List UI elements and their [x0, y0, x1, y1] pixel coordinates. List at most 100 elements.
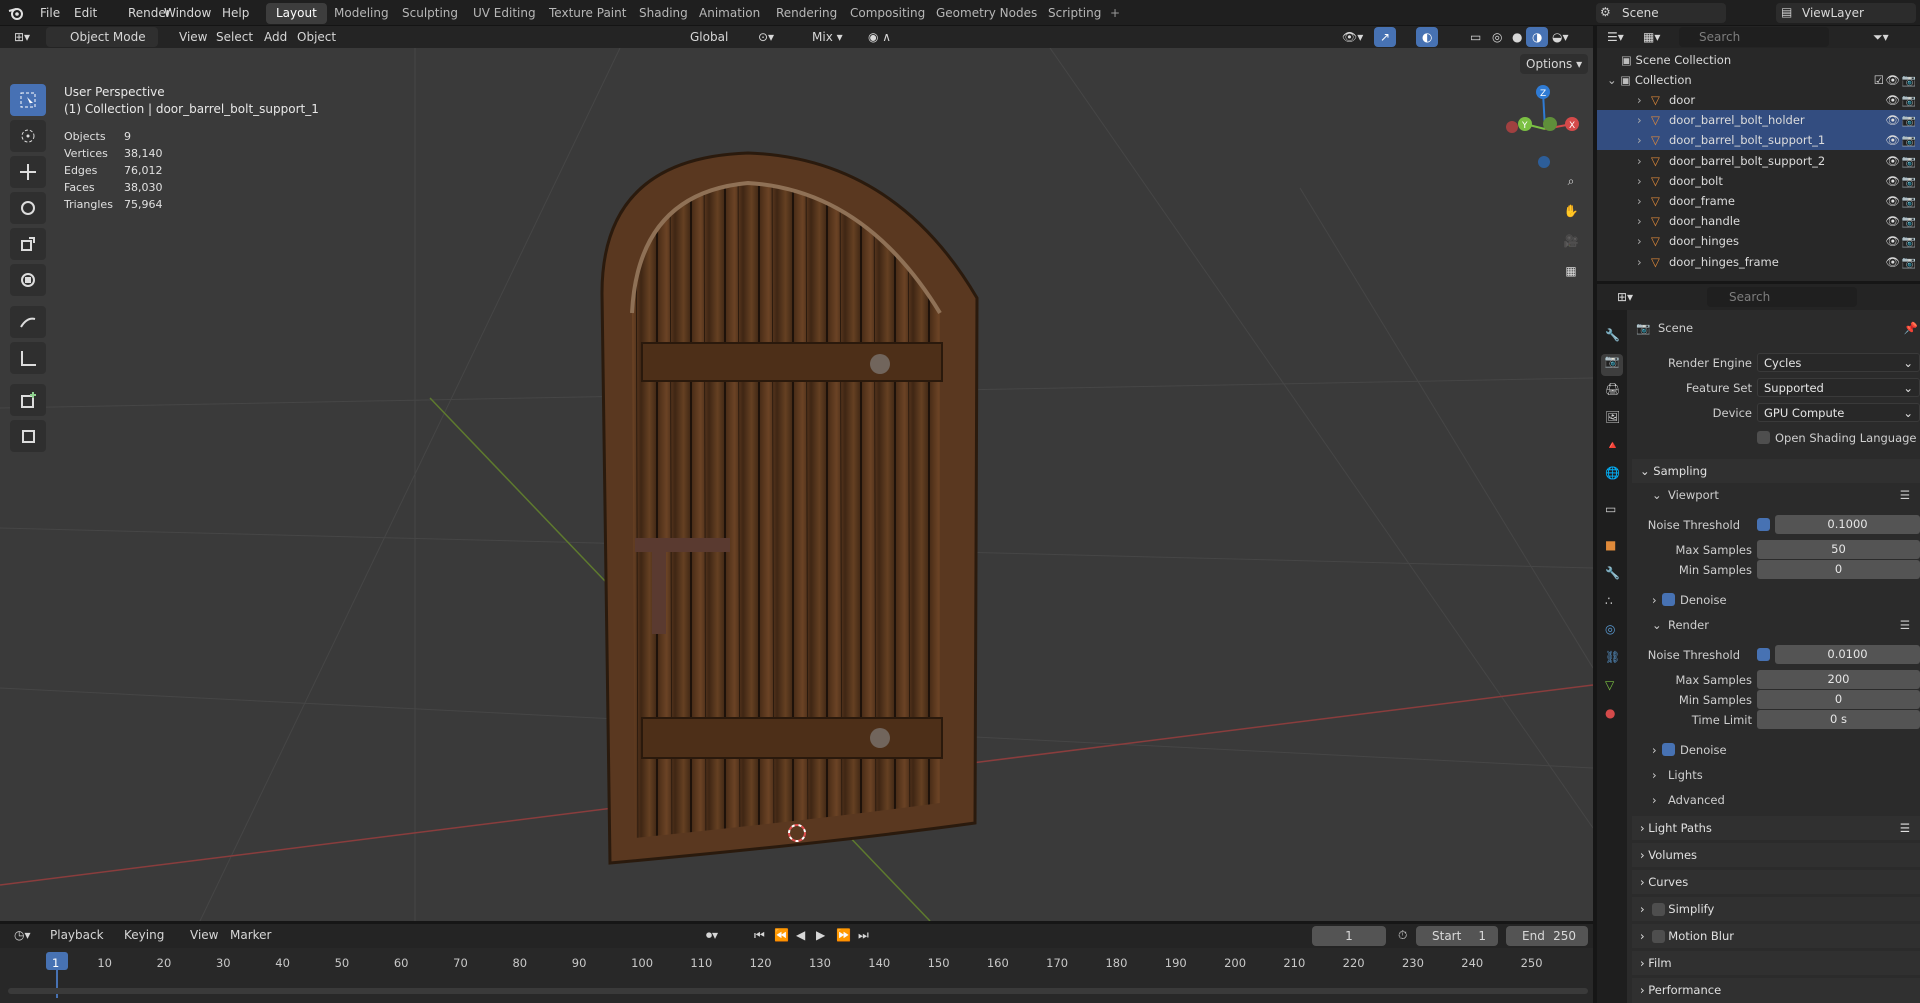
vp-min-samples-field[interactable]: 0: [1757, 560, 1920, 579]
eye-icon[interactable]: 👁: [1885, 191, 1900, 211]
outliner-item-door-barrel-bolt-holder[interactable]: › ▽ door_barrel_bolt_holder 👁 📷: [1597, 110, 1920, 131]
particles-tab-icon[interactable]: ∴: [1605, 594, 1613, 608]
jump-end-icon[interactable]: ⏭: [852, 925, 875, 945]
eye-icon[interactable]: 👁: [1885, 252, 1900, 272]
r-noise-threshold-checkbox[interactable]: [1757, 648, 1770, 661]
annotate-tool-icon[interactable]: [10, 306, 46, 338]
add-cube-tool-icon[interactable]: [10, 384, 46, 416]
3d-viewport[interactable]: User Perspective (1) Collection | door_b…: [0, 48, 1593, 921]
transform-tool-icon[interactable]: [10, 264, 46, 296]
play-reverse-icon[interactable]: ◀: [790, 925, 811, 945]
data-tab-icon[interactable]: ▽: [1605, 678, 1614, 692]
outliner-editor-icon[interactable]: ☰▾: [1601, 27, 1630, 47]
timeline-scrollbar[interactable]: [8, 988, 1588, 994]
eye-icon[interactable]: 👁: [1885, 211, 1900, 231]
osl-checkbox[interactable]: [1757, 431, 1770, 444]
menu-help[interactable]: Help: [216, 0, 255, 26]
render-engine-dropdown[interactable]: Cycles ⌄: [1757, 353, 1920, 372]
visibility-icon[interactable]: 👁▾: [1336, 27, 1369, 47]
tab-scripting[interactable]: Scripting: [1038, 3, 1111, 24]
light-paths-panel[interactable]: › Light Paths ☰: [1632, 816, 1920, 840]
camera-icon[interactable]: 📷: [1902, 110, 1916, 130]
move-tool-icon[interactable]: [10, 156, 46, 188]
expand-icon[interactable]: ›: [1637, 191, 1642, 211]
scene-selector[interactable]: Scene: [1596, 3, 1726, 23]
timeline-menu-keying[interactable]: Keying: [118, 925, 170, 945]
camera-icon[interactable]: 📷: [1902, 90, 1916, 110]
vp-denoise-row[interactable]: › Denoise: [1632, 590, 1920, 610]
lights-subpanel[interactable]: › Lights: [1632, 765, 1920, 785]
camera-icon[interactable]: 📷: [1902, 211, 1916, 231]
eye-icon[interactable]: 👁: [1885, 110, 1900, 130]
ortho-toggle-icon[interactable]: ▦: [1558, 258, 1584, 284]
vp-noise-threshold-field[interactable]: 0.1000: [1775, 515, 1920, 534]
presets-icon[interactable]: ☰: [1900, 485, 1910, 505]
blender-logo-icon[interactable]: [8, 5, 24, 21]
tab-texture-paint[interactable]: Texture Paint: [539, 3, 636, 24]
viewport-menu-object[interactable]: Object: [291, 27, 342, 47]
film-panel[interactable]: › Film: [1632, 951, 1920, 975]
cursor-tool-icon[interactable]: [10, 120, 46, 152]
vp-denoise-checkbox[interactable]: [1662, 593, 1675, 606]
outliner-item-door-frame[interactable]: › ▽ door_frame 👁 📷: [1597, 191, 1920, 211]
camera-icon[interactable]: 📷: [1902, 252, 1916, 272]
object-tab-icon[interactable]: ■: [1605, 538, 1616, 552]
timeline-menu-view[interactable]: View: [184, 925, 224, 945]
render-subpanel-header[interactable]: ⌄ Render ☰: [1632, 615, 1920, 635]
end-frame-field[interactable]: End 250: [1506, 926, 1588, 946]
tab-shading[interactable]: Shading: [629, 3, 698, 24]
outliner-item-door-barrel-bolt-support-1[interactable]: › ▽ door_barrel_bolt_support_1 👁 📷: [1597, 130, 1920, 151]
r-denoise-checkbox[interactable]: [1662, 743, 1675, 756]
viewport-subpanel-header[interactable]: ⌄ Viewport ☰: [1632, 485, 1920, 505]
device-dropdown[interactable]: GPU Compute ⌄: [1757, 403, 1920, 422]
motion-blur-checkbox[interactable]: [1652, 930, 1665, 943]
scene-tab-icon[interactable]: 🔺: [1605, 438, 1620, 452]
eye-icon[interactable]: 👁: [1885, 231, 1900, 251]
pan-hand-icon[interactable]: ✋: [1558, 198, 1584, 224]
eye-icon[interactable]: 👁: [1885, 151, 1900, 171]
display-mode-icon[interactable]: ▦▾: [1637, 27, 1666, 47]
gizmo-toggle-icon[interactable]: ↗: [1374, 27, 1397, 47]
simplify-panel[interactable]: › Simplify: [1632, 897, 1920, 921]
collection-row[interactable]: ⌄ ▣ Collection ☑ 👁 📷: [1597, 70, 1920, 90]
camera-icon[interactable]: 📷: [1902, 231, 1916, 251]
eye-icon[interactable]: 👁: [1885, 130, 1900, 150]
snap-dropdown[interactable]: Mix ▾: [790, 27, 862, 47]
r-min-samples-field[interactable]: 0: [1757, 690, 1920, 709]
timeline-menu-playback[interactable]: Playback: [44, 925, 110, 945]
expand-icon[interactable]: ›: [1637, 90, 1642, 110]
outliner-item-door-handle[interactable]: › ▽ door_handle 👁 📷: [1597, 211, 1920, 231]
outliner-search[interactable]: Search: [1679, 27, 1829, 47]
proportional-edit-icon[interactable]: ◉ ∧: [862, 27, 897, 47]
options-dropdown[interactable]: Options ▾: [1520, 54, 1589, 74]
collection-tab-icon[interactable]: ▭: [1605, 502, 1616, 516]
measure-tool-icon[interactable]: [10, 342, 46, 374]
camera-icon[interactable]: 📷: [1902, 191, 1916, 211]
outliner-item-door[interactable]: › ▽ door 👁 📷: [1597, 90, 1920, 110]
world-tab-icon[interactable]: 🌐: [1605, 466, 1620, 480]
camera-view-icon[interactable]: 🎥: [1558, 228, 1584, 254]
expand-icon[interactable]: ›: [1637, 130, 1642, 150]
expand-icon[interactable]: ›: [1637, 151, 1642, 171]
xray-icon[interactable]: ▭: [1464, 27, 1487, 47]
physics-tab-icon[interactable]: ◎: [1605, 622, 1615, 636]
properties-editor-icon[interactable]: ⊞▾: [1611, 287, 1639, 307]
curves-panel[interactable]: › Curves: [1632, 870, 1920, 894]
tab-layout[interactable]: Layout: [266, 3, 327, 24]
performance-panel[interactable]: › Performance: [1632, 978, 1920, 1003]
viewport-menu-add[interactable]: Add: [258, 27, 293, 47]
outliner-item-door-barrel-bolt-support-2[interactable]: › ▽ door_barrel_bolt_support_2 👁 📷: [1597, 151, 1920, 171]
timeline-ruler[interactable]: 1 10 20 30 40 50 60 70 80 90 100 110 120 130 140 150 160…: [0, 948, 1593, 1003]
tab-modeling[interactable]: Modeling: [324, 3, 399, 24]
stopwatch-icon[interactable]: ⏱: [1392, 925, 1413, 945]
eye-icon[interactable]: 👁: [1885, 90, 1900, 110]
scene-collection-row[interactable]: ▣ Scene Collection: [1597, 50, 1920, 70]
view-layer-tab-icon[interactable]: 🖼: [1605, 410, 1620, 424]
select-box-icon[interactable]: [10, 84, 46, 116]
current-frame-field[interactable]: 1: [1312, 926, 1386, 946]
eye-icon[interactable]: 👁: [1885, 171, 1900, 191]
overlay-toggle-icon[interactable]: ◐: [1416, 27, 1439, 47]
object-tool-icon[interactable]: [10, 420, 46, 452]
material-tab-icon[interactable]: ●: [1605, 706, 1615, 720]
tool-tab-icon[interactable]: 🔧: [1605, 328, 1620, 342]
